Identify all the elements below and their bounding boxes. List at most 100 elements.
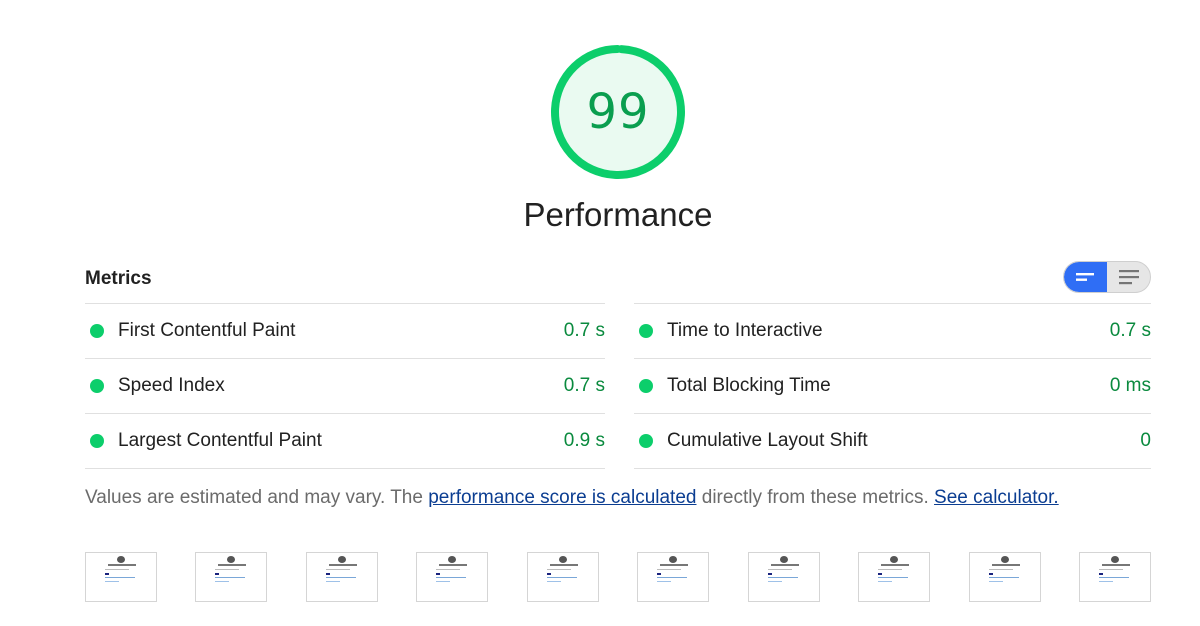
frame-thumbnail-content bbox=[338, 556, 346, 563]
frame-thumbnail-content bbox=[215, 569, 239, 570]
frame-thumbnail-content bbox=[547, 581, 561, 582]
frame-thumbnail-content bbox=[768, 581, 782, 582]
frame-thumbnail-content bbox=[1099, 581, 1113, 582]
performance-score-gauge: 99 bbox=[548, 42, 688, 182]
frame-thumbnail-content bbox=[105, 577, 135, 578]
metric-value: 0 bbox=[1140, 430, 1151, 451]
filmstrip-frame bbox=[637, 552, 709, 602]
frame-thumbnail-content bbox=[436, 577, 466, 578]
filmstrip-frame bbox=[748, 552, 820, 602]
metrics-column-right: Time to Interactive 0.7 s Total Blocking… bbox=[634, 303, 1151, 469]
frame-thumbnail-content bbox=[660, 564, 688, 566]
filmstrip-frame bbox=[969, 552, 1041, 602]
frame-thumbnail-content bbox=[436, 573, 440, 575]
frame-thumbnail-content bbox=[547, 577, 577, 578]
frame-thumbnail-content bbox=[878, 581, 892, 582]
expanded-view-button[interactable] bbox=[1107, 262, 1150, 292]
frame-thumbnail-content bbox=[992, 564, 1020, 566]
frame-thumbnail-content bbox=[1099, 573, 1103, 575]
frame-thumbnail-content bbox=[436, 581, 450, 582]
score-value: 99 bbox=[586, 84, 650, 140]
metrics-header: Metrics bbox=[85, 261, 1151, 296]
metrics-title: Metrics bbox=[85, 268, 152, 289]
frame-thumbnail-content bbox=[989, 569, 1013, 570]
footnote-text-middle: directly from these metrics. bbox=[696, 487, 935, 508]
filmstrip-frame bbox=[85, 552, 157, 602]
frame-thumbnail-content bbox=[326, 569, 350, 570]
pass-indicator-icon bbox=[639, 379, 653, 393]
frame-thumbnail-content bbox=[878, 569, 902, 570]
frame-thumbnail-content bbox=[215, 581, 229, 582]
filmstrip-frame bbox=[195, 552, 267, 602]
metric-row: Speed Index 0.7 s bbox=[85, 358, 605, 413]
frame-thumbnail-content bbox=[215, 573, 219, 575]
filmstrip-frame bbox=[306, 552, 378, 602]
pass-indicator-icon bbox=[90, 379, 104, 393]
frame-thumbnail-content bbox=[559, 556, 567, 563]
frame-thumbnail-content bbox=[780, 556, 788, 563]
frame-thumbnail-content bbox=[1111, 556, 1119, 563]
collapsed-view-button[interactable] bbox=[1064, 262, 1107, 292]
score-calculation-link[interactable]: performance score is calculated bbox=[428, 487, 696, 508]
frame-thumbnail-content bbox=[669, 556, 677, 563]
collapsed-view-icon bbox=[1075, 273, 1094, 281]
frame-thumbnail-content bbox=[448, 556, 456, 563]
frame-thumbnail-content bbox=[771, 564, 799, 566]
frame-thumbnail-content bbox=[218, 564, 246, 566]
metric-value: 0.9 s bbox=[563, 430, 605, 451]
frame-thumbnail-content bbox=[550, 564, 578, 566]
frame-thumbnail-content bbox=[326, 581, 340, 582]
frame-thumbnail-content bbox=[881, 564, 909, 566]
frame-thumbnail-content bbox=[989, 577, 1019, 578]
metric-row: Cumulative Layout Shift 0 bbox=[634, 413, 1151, 469]
frame-thumbnail-content bbox=[105, 581, 119, 582]
see-calculator-link[interactable]: See calculator. bbox=[934, 487, 1059, 508]
metric-label: Time to Interactive bbox=[667, 320, 823, 341]
frame-thumbnail-content bbox=[1099, 569, 1123, 570]
frame-thumbnail-content bbox=[657, 569, 681, 570]
frame-thumbnail-content bbox=[657, 577, 687, 578]
metric-label: Speed Index bbox=[118, 375, 225, 396]
pass-indicator-icon bbox=[90, 434, 104, 448]
frame-thumbnail-content bbox=[1099, 577, 1129, 578]
frame-thumbnail-content bbox=[215, 577, 245, 578]
frame-thumbnail-content bbox=[768, 573, 772, 575]
frame-thumbnail-content bbox=[768, 577, 798, 578]
frame-thumbnail-content bbox=[1102, 564, 1130, 566]
frame-thumbnail-content bbox=[547, 573, 551, 575]
metrics-view-toggle[interactable] bbox=[1063, 261, 1151, 293]
frame-thumbnail-content bbox=[227, 556, 235, 563]
frame-thumbnail-content bbox=[768, 569, 792, 570]
frame-thumbnail-content bbox=[657, 581, 671, 582]
frame-thumbnail-content bbox=[890, 556, 898, 563]
frame-thumbnail-content bbox=[547, 569, 571, 570]
pass-indicator-icon bbox=[639, 324, 653, 338]
frame-thumbnail-content bbox=[326, 577, 356, 578]
metric-row: Largest Contentful Paint 0.9 s bbox=[85, 413, 605, 469]
expanded-view-icon bbox=[1118, 270, 1139, 285]
pass-indicator-icon bbox=[639, 434, 653, 448]
metric-value: 0 ms bbox=[1109, 375, 1151, 396]
frame-thumbnail-content bbox=[878, 573, 882, 575]
frame-thumbnail-content bbox=[105, 569, 129, 570]
metric-label: Total Blocking Time bbox=[667, 375, 831, 396]
frame-thumbnail-content bbox=[657, 573, 661, 575]
metric-value: 0.7 s bbox=[1109, 320, 1151, 341]
frame-thumbnail-content bbox=[117, 556, 125, 563]
filmstrip-frame bbox=[858, 552, 930, 602]
category-title: Performance bbox=[523, 196, 713, 233]
frame-thumbnail-content bbox=[1001, 556, 1009, 563]
footnote-text-before: Values are estimated and may vary. The bbox=[85, 487, 429, 508]
frame-thumbnail-content bbox=[329, 564, 357, 566]
filmstrip bbox=[85, 552, 1151, 604]
frame-thumbnail-content bbox=[105, 573, 109, 575]
pass-indicator-icon bbox=[90, 324, 104, 338]
metric-value: 0.7 s bbox=[563, 320, 605, 341]
frame-thumbnail-content bbox=[108, 564, 136, 566]
metric-label: Cumulative Layout Shift bbox=[667, 430, 868, 451]
filmstrip-frame bbox=[527, 552, 599, 602]
frame-thumbnail-content bbox=[326, 573, 330, 575]
metric-row: Total Blocking Time 0 ms bbox=[634, 358, 1151, 413]
metrics-footnote: Values are estimated and may vary. The p… bbox=[85, 487, 1165, 509]
frame-thumbnail-content bbox=[436, 569, 460, 570]
